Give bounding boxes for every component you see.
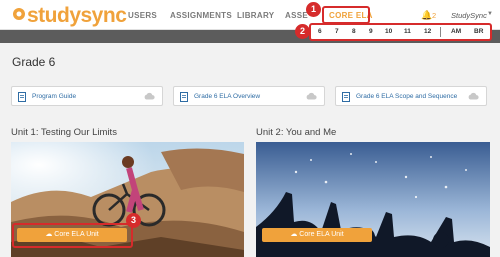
cloud-download-icon[interactable] <box>468 92 479 100</box>
callout-box-core-ela <box>322 6 370 24</box>
cloud-icon: ☁ <box>290 231 298 238</box>
nav-users[interactable]: USERS <box>128 11 157 20</box>
grade-6[interactable]: 6 <box>318 28 322 35</box>
grade-7[interactable]: 7 <box>335 28 339 35</box>
logo-mark-icon <box>13 8 25 20</box>
notification-count: 2 <box>432 11 437 20</box>
page-title: Grade 6 <box>12 55 56 69</box>
resource-label: Grade 6 ELA Overview <box>194 93 261 100</box>
resource-card-ela-overview[interactable]: Grade 6 ELA Overview <box>173 86 325 106</box>
notification-bell-icon[interactable]: 🔔 <box>421 10 432 21</box>
nav-assessments[interactable]: ASSE <box>285 11 308 20</box>
grade-10[interactable]: 10 <box>385 28 392 35</box>
grade-12[interactable]: 12 <box>424 28 431 35</box>
document-icon <box>180 92 188 102</box>
callout-number-1: 1 <box>306 2 321 17</box>
resource-card-scope-sequence[interactable]: Grade 6 ELA Scope and Sequence <box>335 86 487 106</box>
cloud-download-icon[interactable] <box>144 92 155 100</box>
nav-library[interactable]: LIBRARY <box>237 11 274 20</box>
document-icon <box>342 92 350 102</box>
cloud-download-icon[interactable] <box>306 92 317 100</box>
unit-2-title: Unit 2: You and Me <box>256 127 337 138</box>
grade-divider <box>440 27 441 37</box>
user-menu[interactable]: StudySync <box>451 11 487 20</box>
document-icon <box>18 92 26 102</box>
callout-number-2: 2 <box>295 24 310 39</box>
grade-11[interactable]: 11 <box>404 28 411 35</box>
studysync-logo[interactable]: studysync <box>12 4 127 28</box>
resource-label: Grade 6 ELA Scope and Sequence <box>356 93 458 100</box>
callout-box-unit-button <box>12 223 133 248</box>
resource-card-program-guide[interactable]: Program Guide <box>11 86 163 106</box>
grade-br[interactable]: BR <box>474 28 483 35</box>
core-ela-unit-button-2[interactable]: ☁ Core ELA Unit <box>262 228 372 242</box>
grade-8[interactable]: 8 <box>352 28 356 35</box>
unit-1-title: Unit 1: Testing Our Limits <box>11 127 117 138</box>
resource-label: Program Guide <box>32 93 77 100</box>
grade-9[interactable]: 9 <box>369 28 373 35</box>
nav-assignments[interactable]: ASSIGNMENTS <box>170 11 232 20</box>
brand-name: studysync <box>27 4 127 27</box>
core-ela-unit-label: Core ELA Unit <box>299 231 344 238</box>
callout-number-3: 3 <box>126 213 141 228</box>
chevron-down-icon[interactable]: ▼ <box>487 11 493 17</box>
grade-am[interactable]: AM <box>451 28 461 35</box>
